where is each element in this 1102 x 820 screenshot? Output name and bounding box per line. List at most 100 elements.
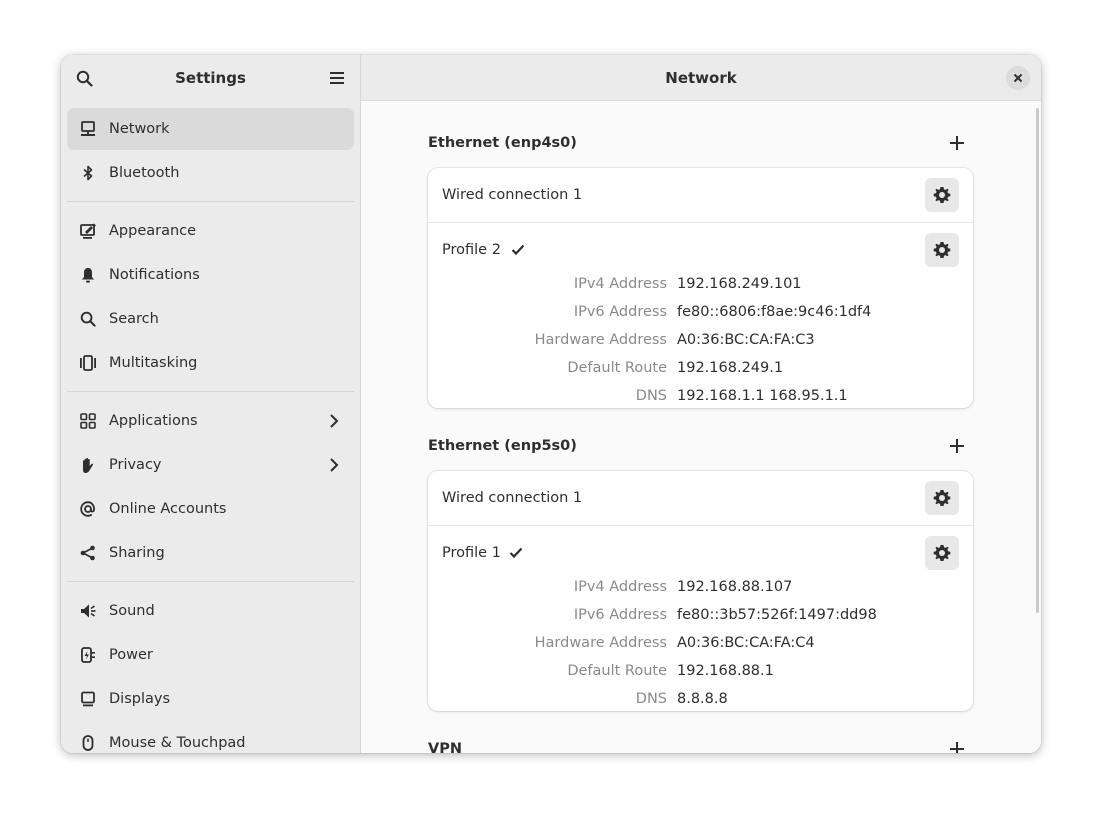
- detail-row: IPv4 Address 192.168.249.101: [428, 276, 973, 304]
- section-header: Ethernet (enp4s0): [428, 131, 973, 155]
- detail-value: 192.168.249.101: [677, 276, 802, 292]
- sidebar-separator: [67, 581, 354, 582]
- profile-name: Profile 1: [442, 545, 501, 561]
- detail-key: DNS: [635, 691, 667, 707]
- sidebar-list: Network Bluetooth Appearance Notificatio…: [67, 108, 354, 753]
- profile-settings-button[interactable]: [925, 233, 959, 267]
- close-button[interactable]: [1006, 66, 1030, 90]
- sidebar-item-search[interactable]: Search: [67, 298, 354, 340]
- hamburger-menu-icon: [330, 72, 344, 84]
- sidebar-item-power[interactable]: Power: [67, 634, 354, 676]
- section-title: VPN: [428, 741, 462, 753]
- main-menu-button[interactable]: [322, 63, 352, 93]
- sidebar-item-label: Applications: [109, 413, 198, 429]
- add-connection-button[interactable]: [947, 133, 967, 153]
- detail-value: 192.168.1.1 168.95.1.1: [677, 388, 848, 404]
- detail-row: DNS 8.8.8.8: [428, 691, 973, 711]
- appearance-icon: [79, 222, 97, 240]
- content-scroll-area[interactable]: Ethernet (enp4s0) Wired connection 1 Pro…: [361, 102, 1041, 753]
- detail-value: A0:36:BC:CA:FA:C4: [677, 635, 815, 651]
- detail-key: Default Route: [567, 360, 667, 376]
- sidebar: Settings Network Bluetooth Appearance No…: [61, 55, 361, 753]
- detail-row: Default Route 192.168.249.1: [428, 360, 973, 388]
- detail-row: IPv4 Address 192.168.88.107: [428, 579, 973, 607]
- connection-settings-button[interactable]: [925, 481, 959, 515]
- sidebar-item-applications[interactable]: Applications: [67, 400, 354, 442]
- gear-icon: [933, 187, 951, 203]
- detail-value: 192.168.88.107: [677, 579, 793, 595]
- section-header: VPN: [428, 737, 973, 753]
- connection-settings-button[interactable]: [925, 178, 959, 212]
- sidebar-item-appearance[interactable]: Appearance: [67, 210, 354, 252]
- section-vpn: VPN: [428, 737, 973, 753]
- detail-key: Hardware Address: [534, 332, 667, 348]
- connection-name: Wired connection 1: [442, 187, 583, 203]
- sidebar-item-mouse-touchpad[interactable]: Mouse & Touchpad: [67, 722, 354, 753]
- checkmark-icon: [509, 547, 523, 559]
- connection-card: Wired connection 1 Profile 1 IPv4 Addres…: [428, 471, 973, 711]
- detail-row: Hardware Address A0:36:BC:CA:FA:C4: [428, 635, 973, 663]
- detail-value: fe80::6806:f8ae:9c46:1df4: [677, 304, 872, 320]
- add-connection-button[interactable]: [947, 436, 967, 456]
- multitasking-icon: [79, 354, 97, 372]
- sidebar-item-label: Notifications: [109, 267, 200, 283]
- at-icon: [79, 500, 97, 518]
- wired-connection-row[interactable]: Wired connection 1: [428, 168, 973, 223]
- sidebar-item-label: Mouse & Touchpad: [109, 735, 246, 751]
- sidebar-item-multitasking[interactable]: Multitasking: [67, 342, 354, 384]
- detail-key: Hardware Address: [534, 635, 667, 651]
- section-header: Ethernet (enp5s0): [428, 434, 973, 458]
- details-list: IPv4 Address 192.168.88.107 IPv6 Address f…: [428, 579, 973, 711]
- hand-icon: [79, 456, 97, 474]
- details-list: IPv4 Address 192.168.249.101 IPv6 Address…: [428, 276, 973, 408]
- search-icon: [79, 310, 97, 328]
- sidebar-item-sound[interactable]: Sound: [67, 590, 354, 632]
- profile-name: Profile 2: [442, 242, 501, 258]
- gear-icon: [933, 242, 951, 258]
- settings-window: Settings Network Bluetooth Appearance No…: [61, 55, 1041, 753]
- detail-value: 8.8.8.8: [677, 691, 728, 707]
- add-vpn-button[interactable]: [947, 739, 967, 753]
- close-icon: [1013, 73, 1023, 83]
- share-icon: [79, 544, 97, 562]
- detail-row: IPv6 Address fe80::6806:f8ae:9c46:1df4: [428, 304, 973, 332]
- profile-settings-button[interactable]: [925, 536, 959, 570]
- connection-card: Wired connection 1 Profile 2 IPv4 Addres…: [428, 168, 973, 408]
- connection-name: Wired connection 1: [442, 490, 583, 506]
- profile-row[interactable]: Profile 2: [428, 223, 973, 278]
- section-ethernet-enp5s0: Ethernet (enp5s0) Wired connection 1 Pro…: [428, 434, 973, 711]
- sidebar-item-label: Search: [109, 311, 159, 327]
- detail-key: IPv6 Address: [573, 607, 667, 623]
- profile-row[interactable]: Profile 1: [428, 526, 973, 581]
- display-icon: [79, 690, 97, 708]
- wired-connection-row[interactable]: Wired connection 1: [428, 471, 973, 526]
- sidebar-item-displays[interactable]: Displays: [67, 678, 354, 720]
- section-title: Ethernet (enp5s0): [428, 438, 577, 454]
- sidebar-item-bluetooth[interactable]: Bluetooth: [67, 152, 354, 194]
- sidebar-item-label: Sound: [109, 603, 155, 619]
- sidebar-item-sharing[interactable]: Sharing: [67, 532, 354, 574]
- detail-value: 192.168.88.1: [677, 663, 774, 679]
- sidebar-item-label: Privacy: [109, 457, 162, 473]
- bluetooth-icon: [79, 164, 97, 182]
- page-title: Network: [665, 69, 737, 87]
- scrollbar[interactable]: [1036, 108, 1039, 613]
- sidebar-item-privacy[interactable]: Privacy: [67, 444, 354, 486]
- sidebar-header: Settings: [61, 55, 360, 101]
- sidebar-item-network[interactable]: Network: [67, 108, 354, 150]
- sidebar-separator: [67, 391, 354, 392]
- detail-value: A0:36:BC:CA:FA:C3: [677, 332, 815, 348]
- sidebar-item-notifications[interactable]: Notifications: [67, 254, 354, 296]
- sidebar-item-label: Online Accounts: [109, 501, 227, 517]
- content-pane: Network Ethernet (enp4s0) Wired connecti…: [361, 55, 1041, 753]
- speaker-icon: [79, 602, 97, 620]
- sidebar-item-label: Multitasking: [109, 355, 198, 371]
- sidebar-separator: [67, 201, 354, 202]
- detail-key: DNS: [635, 388, 667, 404]
- sidebar-title: Settings: [175, 69, 246, 87]
- sidebar-item-online-accounts[interactable]: Online Accounts: [67, 488, 354, 530]
- gear-icon: [933, 490, 951, 506]
- detail-key: IPv6 Address: [573, 304, 667, 320]
- power-plug-icon: [79, 646, 97, 664]
- sidebar-item-label: Power: [109, 647, 153, 663]
